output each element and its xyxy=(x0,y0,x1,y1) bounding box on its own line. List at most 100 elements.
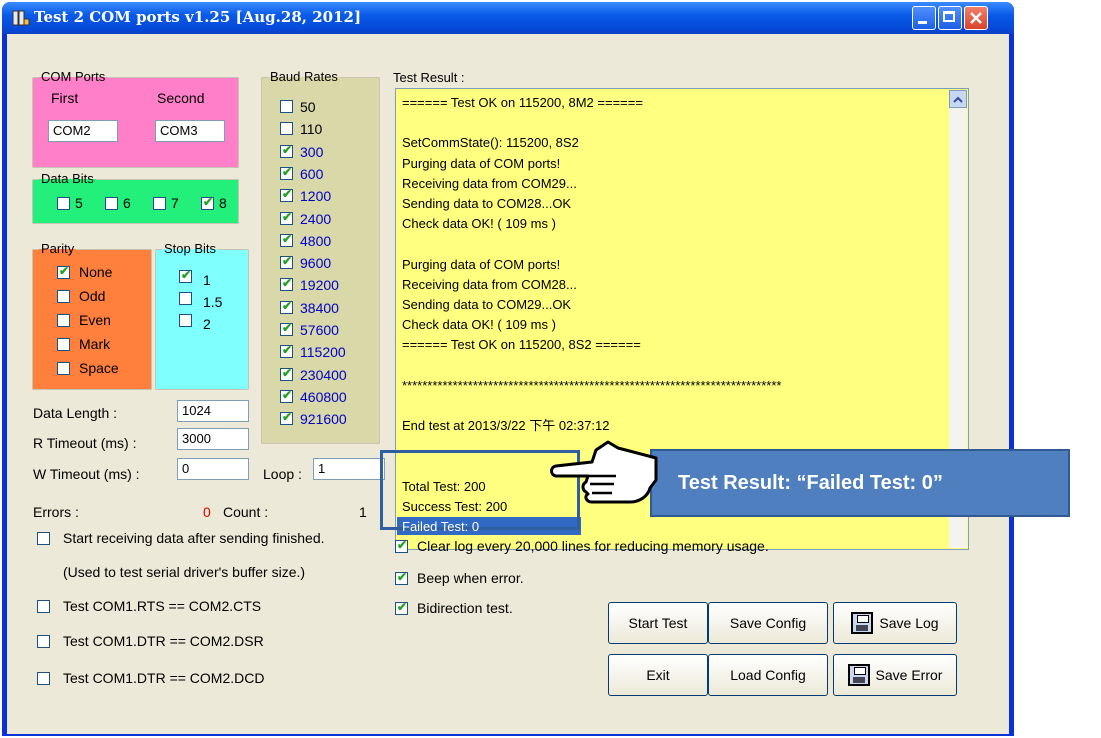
save-log-button[interactable]: Save Log xyxy=(833,602,957,644)
bidirection-test-checkbox[interactable]: ✔ xyxy=(395,600,408,615)
data-bits-8-checkbox[interactable]: ✔ xyxy=(201,195,214,210)
parity-odd-checkbox[interactable] xyxy=(57,290,70,303)
baud-460800-checkbox[interactable]: ✔ xyxy=(280,388,293,403)
stop-bits-1-5-checkbox[interactable] xyxy=(179,292,192,305)
log-line: Purging data of COM ports! xyxy=(402,256,561,272)
data-bits-6-label: 6 xyxy=(123,195,131,211)
pointing-hand-icon xyxy=(550,440,658,504)
parity-legend: Parity xyxy=(41,241,75,256)
baud-110-label: 110 xyxy=(300,121,323,138)
test-rts-cts-checkbox[interactable] xyxy=(37,600,50,613)
parity-space-label: Space xyxy=(79,360,119,376)
baud-57600-label: 57600 xyxy=(300,322,339,338)
check-icon: ✔ xyxy=(203,195,214,209)
baud-300-label: 300 xyxy=(300,143,324,160)
baud-9600-checkbox[interactable]: ✔ xyxy=(280,254,293,270)
clear-log-label: Clear log every 20,000 lines for reducin… xyxy=(417,538,769,554)
test-result-label: Test Result : xyxy=(393,70,465,85)
log-line: Check data OK! ( 109 ms ) xyxy=(402,216,556,232)
stop-bits-legend: Stop Bits xyxy=(164,241,217,256)
parity-odd-label: Odd xyxy=(79,288,106,304)
log-line: SetCommState(): 115200, 8S2 xyxy=(402,135,579,151)
clear-log-checkbox[interactable]: ✔ xyxy=(395,538,408,553)
app-icon xyxy=(12,10,30,26)
baud-19200-checkbox[interactable]: ✔ xyxy=(280,276,293,292)
log-line: End test at 2013/3/22 下午 02:37:12 xyxy=(402,418,610,434)
baud-38400-checkbox[interactable]: ✔ xyxy=(280,298,293,314)
data-bits-7-checkbox[interactable] xyxy=(153,197,166,210)
test-rts-cts-label: Test COM1.RTS == COM2.CTS xyxy=(63,598,262,614)
parity-even-checkbox[interactable] xyxy=(57,314,70,327)
callout-text: Test Result: “Failed Test: 0” xyxy=(678,471,943,494)
scroll-up-button[interactable] xyxy=(949,90,967,108)
main-window: Test 2 COM ports v1.25 [Aug.28, 2012] CO… xyxy=(2,2,1014,736)
baud-50-checkbox[interactable] xyxy=(280,100,293,113)
parity-none-label: None xyxy=(79,264,113,280)
baud-600-checkbox[interactable]: ✔ xyxy=(280,165,293,180)
first-com-input[interactable]: COM2 xyxy=(48,120,118,142)
second-com-input[interactable]: COM3 xyxy=(155,120,225,142)
baud-110-checkbox[interactable] xyxy=(280,122,293,136)
minimize-button[interactable] xyxy=(912,6,936,30)
save-error-button[interactable]: Save Error xyxy=(833,654,957,696)
check-icon: ✔ xyxy=(282,276,293,291)
data-length-input[interactable]: 1024 xyxy=(177,400,249,422)
start-receiving-after-sending-checkbox[interactable] xyxy=(37,532,50,545)
save-config-button[interactable]: Save Config xyxy=(708,602,828,644)
close-button[interactable] xyxy=(964,6,988,30)
floppy-disk-icon xyxy=(847,664,870,686)
log-line: Sending data to COM28...OK xyxy=(402,196,572,211)
check-icon: ✔ xyxy=(282,410,293,425)
beep-when-error-checkbox[interactable]: ✔ xyxy=(395,570,408,585)
baud-1200-checkbox[interactable]: ✔ xyxy=(280,187,293,203)
check-icon: ✔ xyxy=(181,268,192,282)
data-bits-5-checkbox[interactable] xyxy=(57,197,70,210)
baud-50-label: 50 xyxy=(300,99,316,115)
save-log-label: Save Log xyxy=(879,615,939,631)
r-timeout-label: R Timeout (ms) : xyxy=(33,435,137,451)
test-dtr-dcd-checkbox[interactable] xyxy=(37,672,50,685)
log-line: ====== Test OK on 115200, 8M2 ====== xyxy=(402,95,643,110)
baud-2400-checkbox[interactable]: ✔ xyxy=(280,210,293,225)
baud-4800-checkbox[interactable]: ✔ xyxy=(280,232,293,247)
data-bits-5-label: 5 xyxy=(75,195,83,211)
maximize-button[interactable] xyxy=(938,6,962,30)
maximize-icon xyxy=(943,11,955,22)
baud-921600-checkbox[interactable]: ✔ xyxy=(280,410,293,426)
baud-115200-checkbox[interactable]: ✔ xyxy=(280,343,293,359)
minimize-icon xyxy=(918,21,927,24)
check-icon: ✔ xyxy=(282,298,293,313)
load-config-button[interactable]: Load Config xyxy=(708,654,828,696)
test-dtr-dsr-checkbox[interactable] xyxy=(37,635,50,648)
baud-57600-checkbox[interactable]: ✔ xyxy=(280,321,293,336)
title-bar[interactable]: Test 2 COM ports v1.25 [Aug.28, 2012] xyxy=(2,2,1014,34)
parity-none-checkbox[interactable]: ✔ xyxy=(57,264,70,279)
check-icon: ✔ xyxy=(282,142,293,157)
start-test-button[interactable]: Start Test xyxy=(608,602,708,644)
com-ports-group: COM Ports xyxy=(32,70,239,168)
check-icon: ✔ xyxy=(282,365,293,380)
baud-38400-label: 38400 xyxy=(300,299,339,316)
baud-300-checkbox[interactable]: ✔ xyxy=(280,142,293,158)
parity-mark-checkbox[interactable] xyxy=(57,338,70,351)
first-label: First xyxy=(51,90,79,106)
parity-space-checkbox[interactable] xyxy=(57,362,70,375)
window-title: Test 2 COM ports v1.25 [Aug.28, 2012] xyxy=(34,8,362,26)
start-receiving-after-sending-label: Start receiving data after sending finis… xyxy=(63,530,325,546)
baud-921600-label: 921600 xyxy=(300,411,347,428)
stop-bits-2-checkbox[interactable] xyxy=(179,314,192,327)
data-bits-6-checkbox[interactable] xyxy=(105,197,118,210)
errors-label: Errors : xyxy=(33,504,79,520)
check-icon: ✔ xyxy=(282,343,293,358)
test-dtr-dcd-label: Test COM1.DTR == COM2.DCD xyxy=(63,670,265,686)
exit-button[interactable]: Exit xyxy=(608,654,708,696)
loop-input[interactable]: 1 xyxy=(313,458,385,480)
w-timeout-input[interactable]: 0 xyxy=(177,458,249,480)
r-timeout-input[interactable]: 3000 xyxy=(177,428,249,450)
log-line: Sending data to COM29...OK xyxy=(402,297,572,312)
baud-230400-checkbox[interactable]: ✔ xyxy=(280,365,293,381)
stop-bits-1-checkbox[interactable]: ✔ xyxy=(179,268,192,283)
check-icon: ✔ xyxy=(397,570,408,584)
check-icon: ✔ xyxy=(397,538,408,552)
client-area: COM Ports First Second COM2 COM3 Data Bi… xyxy=(7,34,1009,734)
